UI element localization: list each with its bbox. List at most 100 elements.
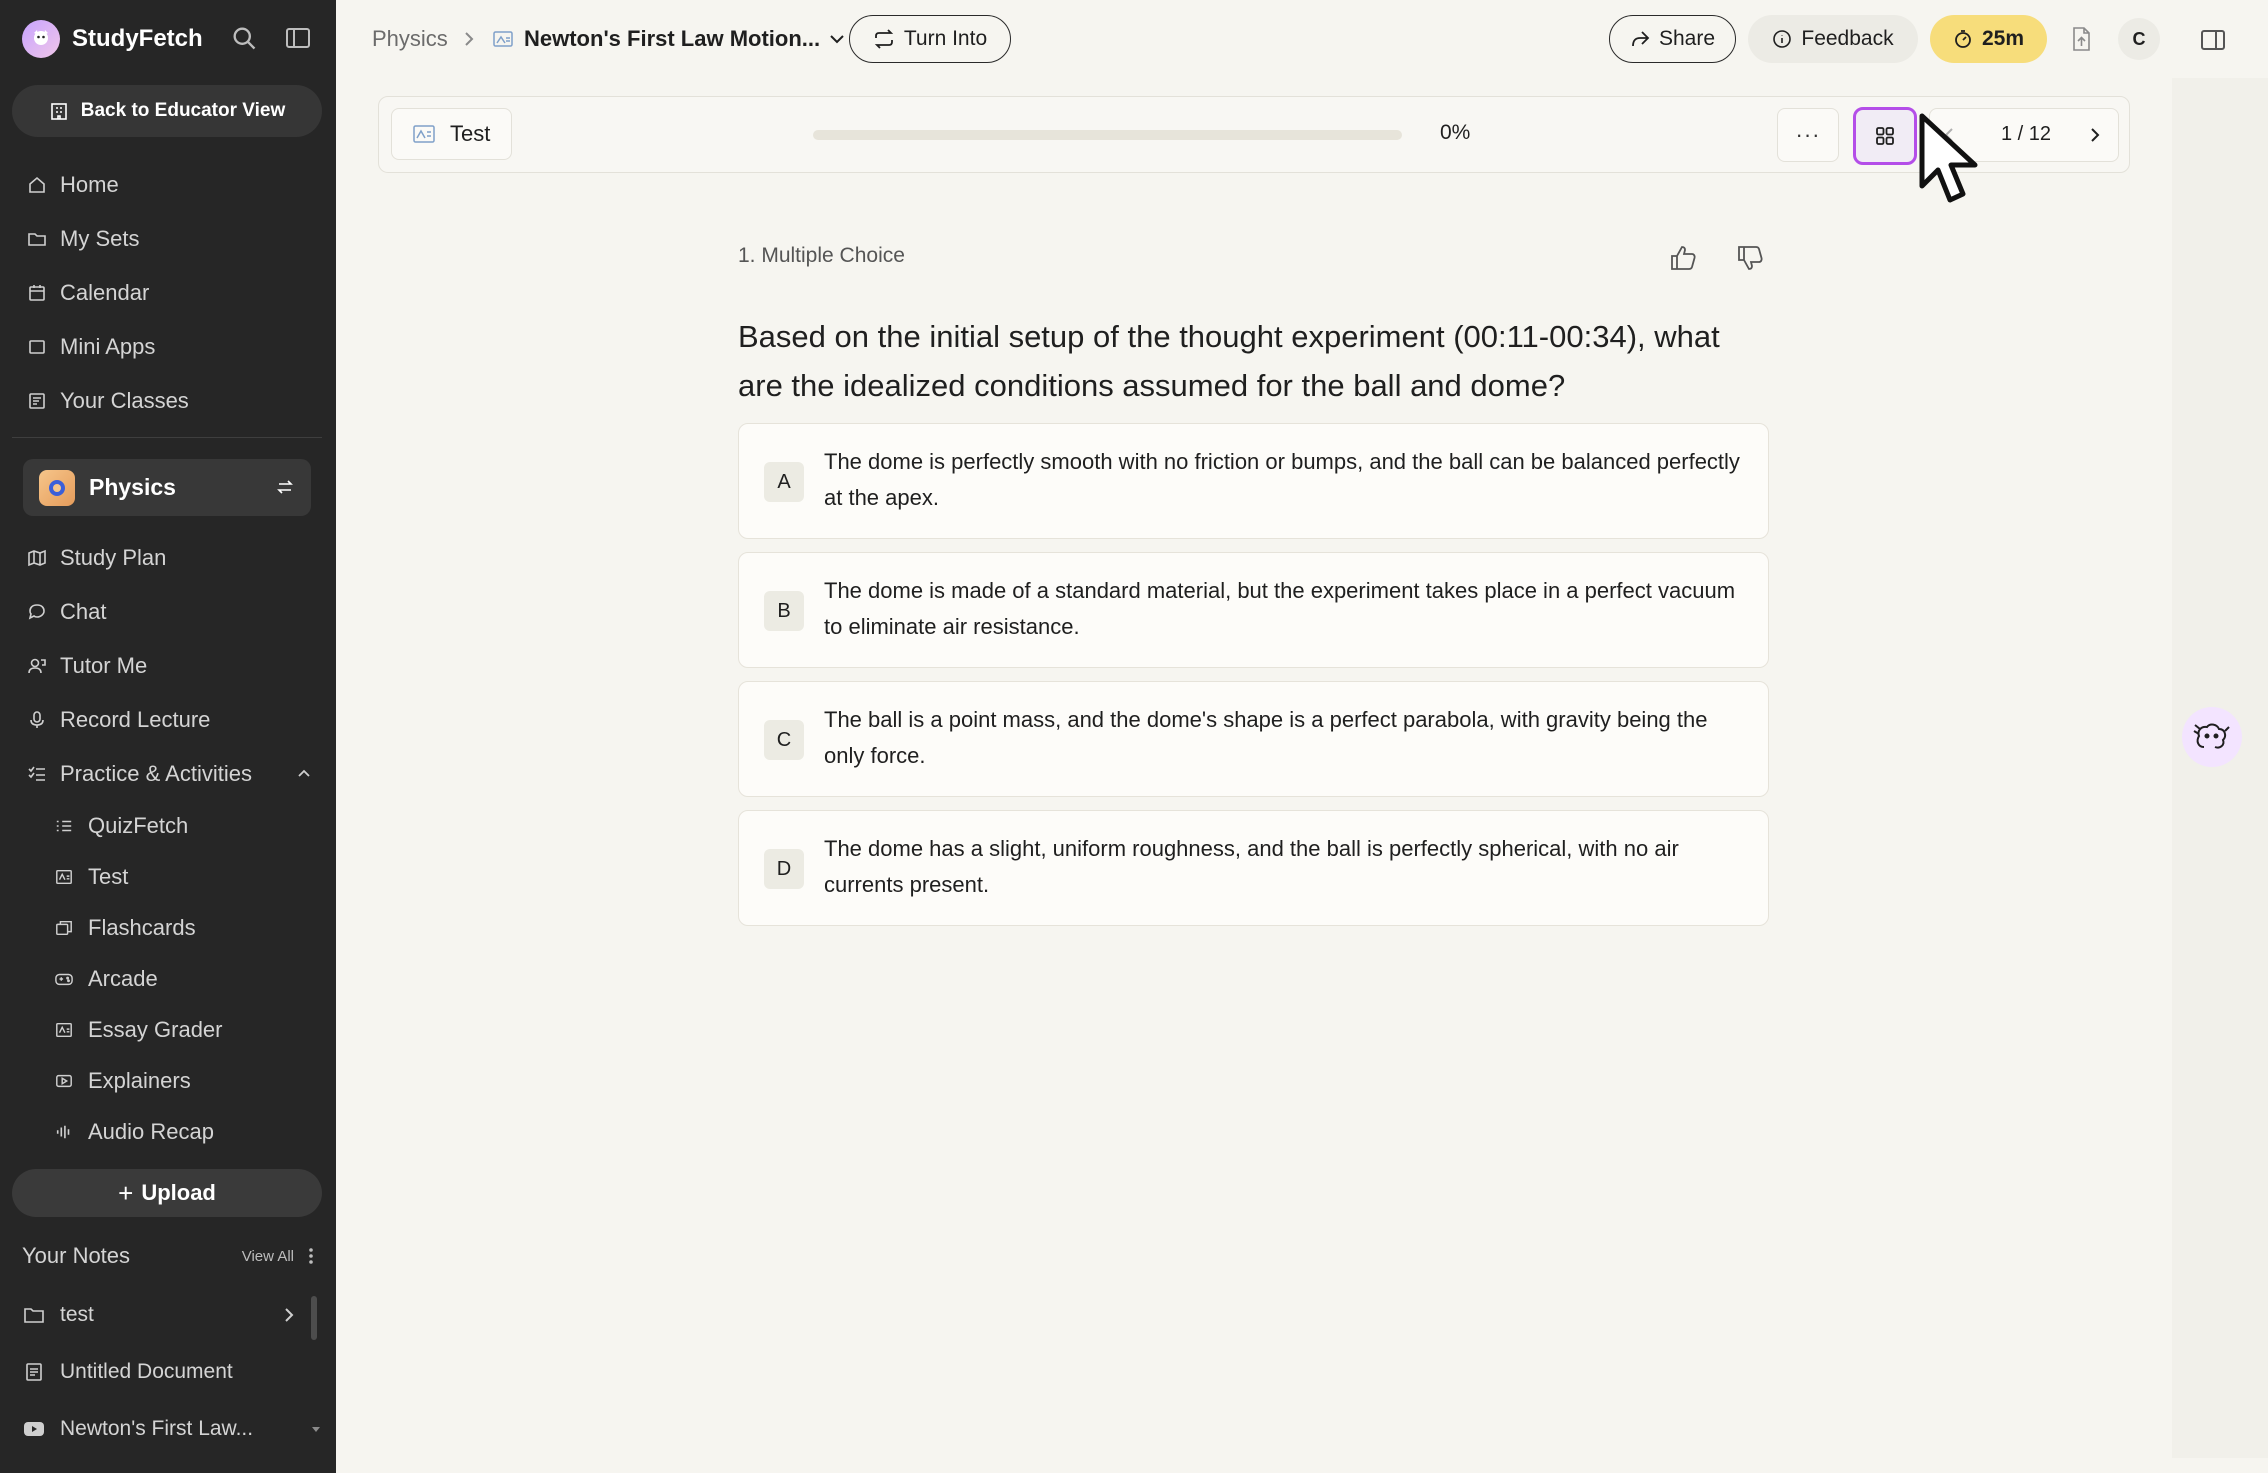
- gamepad-icon: [54, 970, 74, 988]
- sidebar-item-label: QuizFetch: [88, 813, 189, 838]
- stopwatch-icon: [1953, 29, 1973, 49]
- sidebar-item-essay-grader[interactable]: Essay Grader: [54, 1012, 223, 1048]
- sidebar-item-study-plan[interactable]: Study Plan: [26, 538, 166, 578]
- export-file-icon[interactable]: [2070, 26, 2092, 52]
- breadcrumb-document[interactable]: Newton's First Law Motion...: [492, 20, 846, 58]
- option-letter: A: [764, 462, 804, 502]
- back-to-educator-label: Back to Educator View: [80, 100, 286, 121]
- option-letter: B: [764, 591, 804, 631]
- share-label: Share: [1658, 27, 1716, 50]
- answer-option-b[interactable]: B The dome is made of a standard materia…: [738, 552, 1769, 668]
- sidebar-item-test[interactable]: Test: [54, 859, 128, 895]
- search-icon[interactable]: [230, 24, 258, 52]
- share-button[interactable]: Share: [1609, 15, 1736, 63]
- brand-name: StudyFetch: [72, 25, 203, 52]
- question-type-label: 1. Multiple Choice: [738, 244, 905, 267]
- microphone-icon: [26, 710, 48, 730]
- sidebar-item-calendar[interactable]: Calendar: [26, 273, 149, 313]
- timer-button[interactable]: 25m: [1930, 15, 2047, 63]
- more-horizontal-icon: ···: [1795, 122, 1821, 147]
- progress-bar: [813, 130, 1402, 140]
- youtube-icon: [22, 1421, 46, 1437]
- test-icon: [54, 868, 74, 886]
- sidebar-item-tutor-me[interactable]: Tutor Me: [26, 646, 147, 686]
- answer-option-d[interactable]: D The dome has a slight, uniform roughne…: [738, 810, 1769, 926]
- note-item-test-folder[interactable]: test: [22, 1295, 296, 1335]
- checklist-icon: [54, 817, 74, 835]
- sidebar-item-practice-activities[interactable]: Practice & Activities: [26, 754, 312, 794]
- more-vertical-icon[interactable]: [308, 1247, 314, 1265]
- sidebar-item-arcade[interactable]: Arcade: [54, 961, 158, 997]
- checklist-icon: [26, 764, 48, 784]
- plus-icon: +: [118, 1177, 134, 1208]
- audio-icon: [54, 1123, 74, 1141]
- sidebar-item-my-sets[interactable]: My Sets: [26, 219, 139, 259]
- sidebar-item-your-classes[interactable]: Your Classes: [26, 381, 189, 421]
- sidebar-item-record-lecture[interactable]: Record Lecture: [26, 700, 210, 740]
- sidebar-item-label: Test: [88, 864, 129, 889]
- sidebar-item-audio-recap[interactable]: Audio Recap: [54, 1114, 214, 1150]
- sidebar-item-label: My Sets: [60, 226, 140, 251]
- tab-test-label: Test: [450, 121, 491, 146]
- notes-scrollbar[interactable]: [311, 1296, 317, 1340]
- sidebar-item-flashcards[interactable]: Flashcards: [54, 910, 196, 946]
- apps-icon: [26, 337, 48, 357]
- thumbs-down-icon[interactable]: [1735, 243, 1765, 273]
- option-text: The ball is a point mass, and the dome's…: [824, 707, 1708, 768]
- assistant-mascot-icon[interactable]: [2182, 707, 2242, 767]
- class-name: Physics: [89, 474, 176, 500]
- feedback-label: Feedback: [1801, 27, 1894, 50]
- sidebar-item-chat[interactable]: Chat: [26, 592, 106, 632]
- chevron-right-icon[interactable]: [2088, 125, 2102, 145]
- pager-label: 1 / 12: [2000, 123, 2052, 145]
- collapse-sidebar-icon[interactable]: [285, 26, 311, 50]
- chevron-down-icon[interactable]: [828, 32, 846, 46]
- answer-option-a[interactable]: A The dome is perfectly smooth with no f…: [738, 423, 1769, 539]
- breadcrumb-physics[interactable]: Physics: [372, 20, 448, 58]
- turn-into-button[interactable]: Turn Into: [849, 15, 1011, 63]
- calendar-icon: [26, 283, 48, 303]
- sidebar: StudyFetch Back to Educator View Home My…: [0, 0, 336, 1473]
- sidebar-item-home[interactable]: Home: [26, 165, 119, 205]
- note-label: Newton's First Law...: [60, 1417, 254, 1440]
- class-selector[interactable]: Physics: [23, 459, 311, 516]
- more-options-button[interactable]: ···: [1777, 108, 1839, 162]
- back-to-educator-button[interactable]: Back to Educator View: [12, 85, 322, 137]
- sidebar-item-mini-apps[interactable]: Mini Apps: [26, 327, 155, 367]
- note-item-newtons-first-law[interactable]: Newton's First Law...: [22, 1409, 322, 1449]
- sidebar-item-label: Study Plan: [60, 545, 167, 570]
- right-panel-strip: [2172, 78, 2268, 1458]
- home-icon: [26, 175, 48, 195]
- upload-button[interactable]: + Upload: [12, 1169, 322, 1217]
- chevron-up-icon[interactable]: [296, 766, 312, 782]
- chevron-right-icon[interactable]: [282, 1306, 296, 1324]
- note-item-untitled-document[interactable]: Untitled Document: [22, 1352, 322, 1392]
- grid-icon: [1874, 125, 1896, 147]
- view-all-notes-link[interactable]: View All: [242, 1248, 294, 1265]
- folder-icon: [22, 1305, 46, 1325]
- sidebar-item-label: Chat: [60, 599, 107, 624]
- sidebar-item-label: Essay Grader: [88, 1017, 223, 1042]
- progress-percent: 0%: [1440, 121, 1471, 144]
- answer-option-c[interactable]: C The ball is a point mass, and the dome…: [738, 681, 1769, 797]
- user-avatar[interactable]: C: [2118, 18, 2160, 60]
- repeat-icon: [873, 29, 895, 49]
- sidebar-item-label: Flashcards: [88, 915, 196, 940]
- option-letter: D: [764, 849, 804, 889]
- video-icon: [54, 1072, 74, 1090]
- sidebar-item-label: Tutor Me: [60, 653, 148, 678]
- caret-down-icon[interactable]: [310, 1424, 322, 1434]
- sidebar-item-label: Home: [60, 172, 119, 197]
- question-grid-button[interactable]: [1853, 107, 1917, 165]
- brand[interactable]: StudyFetch: [22, 20, 203, 58]
- sidebar-item-quizfetch[interactable]: QuizFetch: [54, 808, 188, 844]
- tab-test[interactable]: Test: [391, 108, 512, 160]
- switch-class-icon[interactable]: [275, 477, 295, 497]
- classes-icon: [26, 391, 48, 411]
- sidebar-item-label: Calendar: [60, 280, 150, 305]
- toggle-right-panel-icon[interactable]: [2200, 28, 2226, 52]
- thumbs-up-icon[interactable]: [1668, 243, 1698, 273]
- feedback-button[interactable]: Feedback: [1748, 15, 1918, 63]
- option-text: The dome is made of a standard material,…: [824, 578, 1736, 639]
- sidebar-item-explainers[interactable]: Explainers: [54, 1063, 191, 1099]
